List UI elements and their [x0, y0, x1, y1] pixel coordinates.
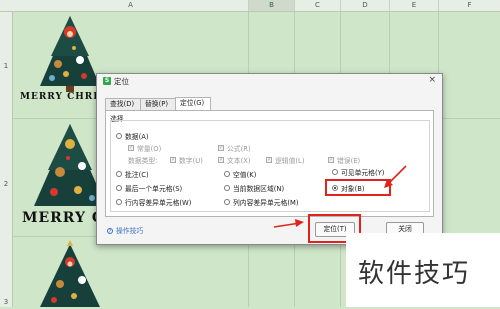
option-error-label: 错误(E) — [337, 157, 361, 165]
checkbox-icon: ✓ — [218, 145, 224, 151]
watermark-overlay: 软件技巧 — [346, 233, 500, 307]
column-header-d[interactable]: D — [341, 0, 390, 11]
option-error[interactable]: ✓ 错误(E) — [328, 155, 360, 165]
option-data-label: 数据(A) — [125, 133, 149, 141]
row-header-2[interactable]: 2 — [0, 180, 12, 188]
checkbox-icon: ✓ — [128, 145, 134, 151]
option-constant[interactable]: ✓ 常量(O) — [128, 143, 161, 153]
checkbox-icon: ✓ — [328, 157, 334, 163]
option-visible-cells-label: 可见单元格(Y) — [341, 169, 385, 177]
red-arrow-icon — [273, 219, 304, 228]
close-icon[interactable]: × — [428, 75, 436, 85]
option-logical-label: 逻辑值(L) — [275, 157, 305, 165]
christmas-tree-image[interactable] — [30, 240, 120, 307]
radio-icon — [224, 171, 230, 177]
option-comments-label: 批注(C) — [125, 171, 149, 179]
dialog-title: 定位 — [114, 77, 129, 86]
question-icon: ? — [107, 228, 113, 235]
option-visible-cells[interactable]: 可见单元格(Y) — [332, 167, 384, 177]
app-icon: S — [103, 77, 111, 85]
column-header-e[interactable]: E — [390, 0, 439, 11]
column-header-c[interactable]: C — [295, 0, 341, 11]
tab-locate[interactable]: 定位(G) — [175, 97, 211, 110]
option-text[interactable]: ✓ 文本(X) — [218, 155, 251, 165]
option-logical[interactable]: ✓ 逻辑值(L) — [266, 155, 304, 165]
watermark-text: 软件技巧 — [358, 259, 471, 289]
dialog-titlebar[interactable]: S 定位 × — [97, 74, 442, 88]
column-header-f[interactable]: F — [439, 0, 500, 11]
tips-link[interactable]: ? 操作技巧 — [107, 225, 143, 235]
radio-icon — [116, 199, 122, 205]
radio-icon — [224, 185, 230, 191]
option-constant-label: 常量(O) — [137, 145, 162, 153]
option-last-cell[interactable]: 最后一个单元格(S) — [116, 183, 182, 193]
option-text-label: 文本(X) — [227, 157, 251, 165]
tab-find[interactable]: 查找(D) — [105, 98, 141, 110]
data-type-label: 数据类型: — [128, 157, 158, 165]
christmas-tree-icon — [40, 240, 100, 307]
option-column-differences[interactable]: 列内容差异单元格(M) — [224, 197, 299, 207]
option-formula-label: 公式(R) — [227, 145, 251, 153]
column-header-bar: A B C D E F — [0, 0, 500, 12]
option-number-label: 数字(U) — [179, 157, 203, 165]
checkbox-icon: ✓ — [218, 157, 224, 163]
red-arrow-icon — [384, 165, 407, 188]
tips-link-label: 操作技巧 — [116, 227, 144, 235]
radio-icon — [116, 171, 122, 177]
checkbox-icon: ✓ — [170, 157, 176, 163]
checkbox-icon: ✓ — [266, 157, 272, 163]
option-number[interactable]: ✓ 数字(U) — [170, 155, 203, 165]
option-current-region-label: 当前数据区域(N) — [233, 185, 285, 193]
option-column-differences-label: 列内容差异单元格(M) — [233, 199, 299, 207]
option-formula[interactable]: ✓ 公式(R) — [218, 143, 251, 153]
radio-icon — [116, 185, 122, 191]
radio-icon — [116, 133, 122, 139]
option-blanks-label: 空值(K) — [233, 171, 257, 179]
radio-icon — [332, 169, 338, 175]
column-header-b[interactable]: B — [249, 0, 295, 11]
option-current-region[interactable]: 当前数据区域(N) — [224, 183, 284, 193]
option-comments[interactable]: 批注(C) — [116, 169, 149, 179]
row-header-1[interactable]: 1 — [0, 62, 12, 70]
locate-dialog: S 定位 × 查找(D) 替换(P) 定位(G) 选择 数据(A) ✓ 常量(O)… — [96, 73, 443, 245]
tab-replace[interactable]: 替换(P) — [140, 98, 176, 110]
option-blanks[interactable]: 空值(K) — [224, 169, 256, 179]
row-header-bar: 1 2 3 — [0, 12, 13, 307]
row-header-3[interactable]: 3 — [0, 298, 12, 306]
column-header-a[interactable]: A — [13, 0, 249, 11]
option-row-differences-label: 行内容差异单元格(W) — [125, 199, 192, 207]
radio-icon — [224, 199, 230, 205]
option-last-cell-label: 最后一个单元格(S) — [125, 185, 183, 193]
option-row-differences[interactable]: 行内容差异单元格(W) — [116, 197, 191, 207]
option-data[interactable]: 数据(A) — [116, 131, 149, 141]
